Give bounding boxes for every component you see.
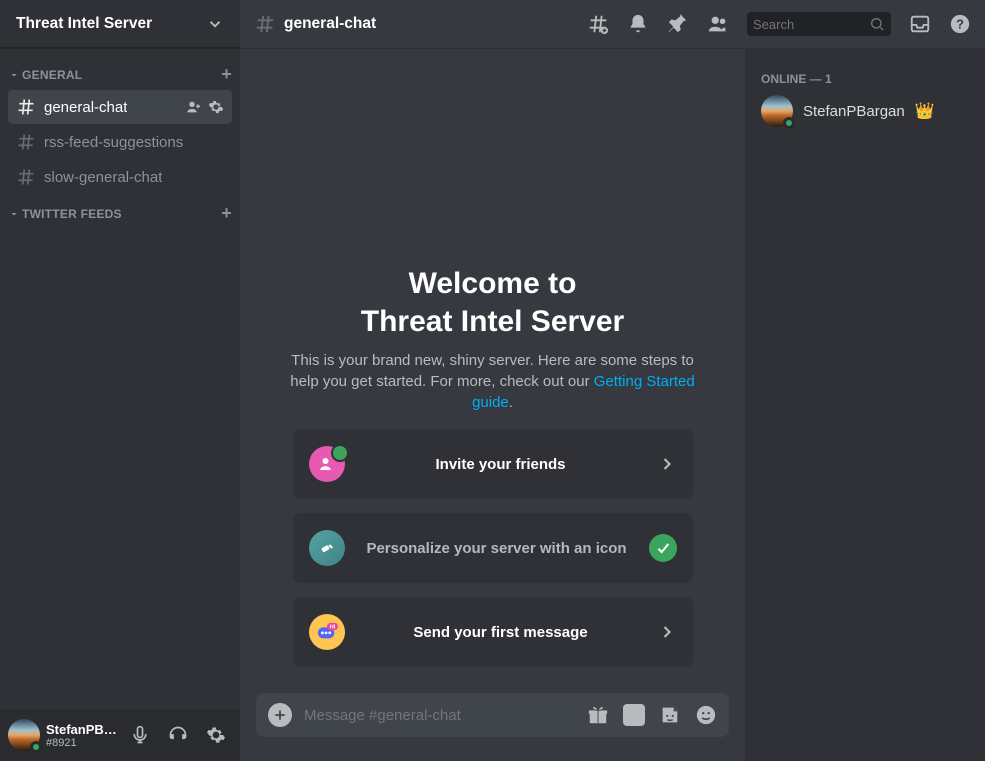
- svg-text:HI: HI: [329, 624, 335, 630]
- category-general[interactable]: General +: [0, 56, 240, 89]
- status-online-icon: [783, 117, 795, 129]
- caret-down-icon: [8, 208, 20, 220]
- channel-general-chat[interactable]: general-chat: [8, 90, 232, 124]
- gif-button[interactable]: GIF: [623, 704, 645, 726]
- channel-title: general-chat: [284, 15, 376, 33]
- inbox-icon[interactable]: [909, 13, 931, 35]
- deafen-button[interactable]: [162, 719, 194, 751]
- member-item[interactable]: StefanPBargan 👑: [753, 90, 977, 132]
- message-field[interactable]: [304, 707, 575, 724]
- category-label: Twitter Feeds: [22, 207, 122, 221]
- message-bubble-icon: HI: [309, 614, 345, 650]
- card-label: Send your first message: [359, 624, 643, 641]
- invite-icon: [309, 446, 345, 482]
- add-channel-icon[interactable]: +: [221, 203, 232, 224]
- chat-content: Welcome to Threat Intel Server This is y…: [240, 48, 745, 693]
- status-online-icon: [30, 741, 42, 753]
- card-label: Personalize your server with an icon: [359, 540, 635, 557]
- welcome-title: Welcome to Threat Intel Server: [256, 265, 729, 340]
- add-channel-icon[interactable]: +: [221, 64, 232, 85]
- notifications-icon[interactable]: [627, 13, 649, 35]
- members-panel: Online — 1 StefanPBargan 👑: [745, 48, 985, 761]
- create-invite-icon[interactable]: [186, 99, 202, 115]
- server-name: Threat Intel Server: [16, 15, 152, 33]
- help-icon[interactable]: ?: [949, 13, 971, 35]
- gear-icon[interactable]: [208, 99, 224, 115]
- paint-icon: [309, 530, 345, 566]
- hash-icon: [16, 167, 36, 187]
- hash-icon: [16, 132, 36, 152]
- check-icon: [649, 534, 677, 562]
- channel-label: general-chat: [44, 99, 127, 116]
- settings-button[interactable]: [200, 719, 232, 751]
- avatar[interactable]: [8, 719, 40, 751]
- channel-label: slow-general-chat: [44, 169, 162, 186]
- mute-button[interactable]: [124, 719, 156, 751]
- chevron-right-icon: [657, 454, 677, 474]
- members-toggle-icon[interactable]: [707, 13, 729, 35]
- channel-label: rss-feed-suggestions: [44, 134, 183, 151]
- search-field[interactable]: [753, 17, 863, 32]
- member-name: StefanPBargan: [803, 103, 905, 120]
- card-first-message[interactable]: HI Send your first message: [293, 597, 693, 667]
- crown-icon: 👑: [915, 101, 935, 121]
- chevron-down-icon: [206, 15, 224, 33]
- sticker-icon[interactable]: [659, 704, 681, 726]
- svg-text:?: ?: [956, 17, 964, 32]
- server-header[interactable]: Threat Intel Server: [0, 0, 240, 48]
- emoji-icon[interactable]: [695, 704, 717, 726]
- hash-icon: [254, 13, 276, 35]
- gift-icon[interactable]: [587, 704, 609, 726]
- avatar: [761, 95, 793, 127]
- user-tag: #8921: [46, 737, 118, 749]
- user-display-name: StefanPBa...: [46, 722, 118, 737]
- attach-button[interactable]: [268, 703, 292, 727]
- hash-icon: [16, 97, 36, 117]
- channel-slow[interactable]: slow-general-chat: [8, 160, 232, 194]
- pinned-icon[interactable]: [667, 13, 689, 35]
- user-panel: StefanPBa... #8921: [0, 709, 240, 761]
- card-personalize[interactable]: Personalize your server with an icon: [293, 513, 693, 583]
- threads-icon[interactable]: [587, 13, 609, 35]
- chevron-right-icon: [657, 622, 677, 642]
- caret-down-icon: [8, 69, 20, 81]
- category-twitter[interactable]: Twitter Feeds +: [0, 195, 240, 228]
- channel-rss[interactable]: rss-feed-suggestions: [8, 125, 232, 159]
- card-invite-friends[interactable]: Invite your friends: [293, 429, 693, 499]
- search-input[interactable]: [747, 12, 891, 36]
- search-icon: [869, 16, 885, 32]
- card-label: Invite your friends: [359, 456, 643, 473]
- category-label: General: [22, 68, 82, 82]
- message-composer[interactable]: GIF: [256, 693, 729, 737]
- members-header: Online — 1: [753, 64, 977, 90]
- welcome-subtitle: This is your brand new, shiny server. He…: [283, 350, 703, 413]
- topbar: general-chat ?: [240, 0, 985, 48]
